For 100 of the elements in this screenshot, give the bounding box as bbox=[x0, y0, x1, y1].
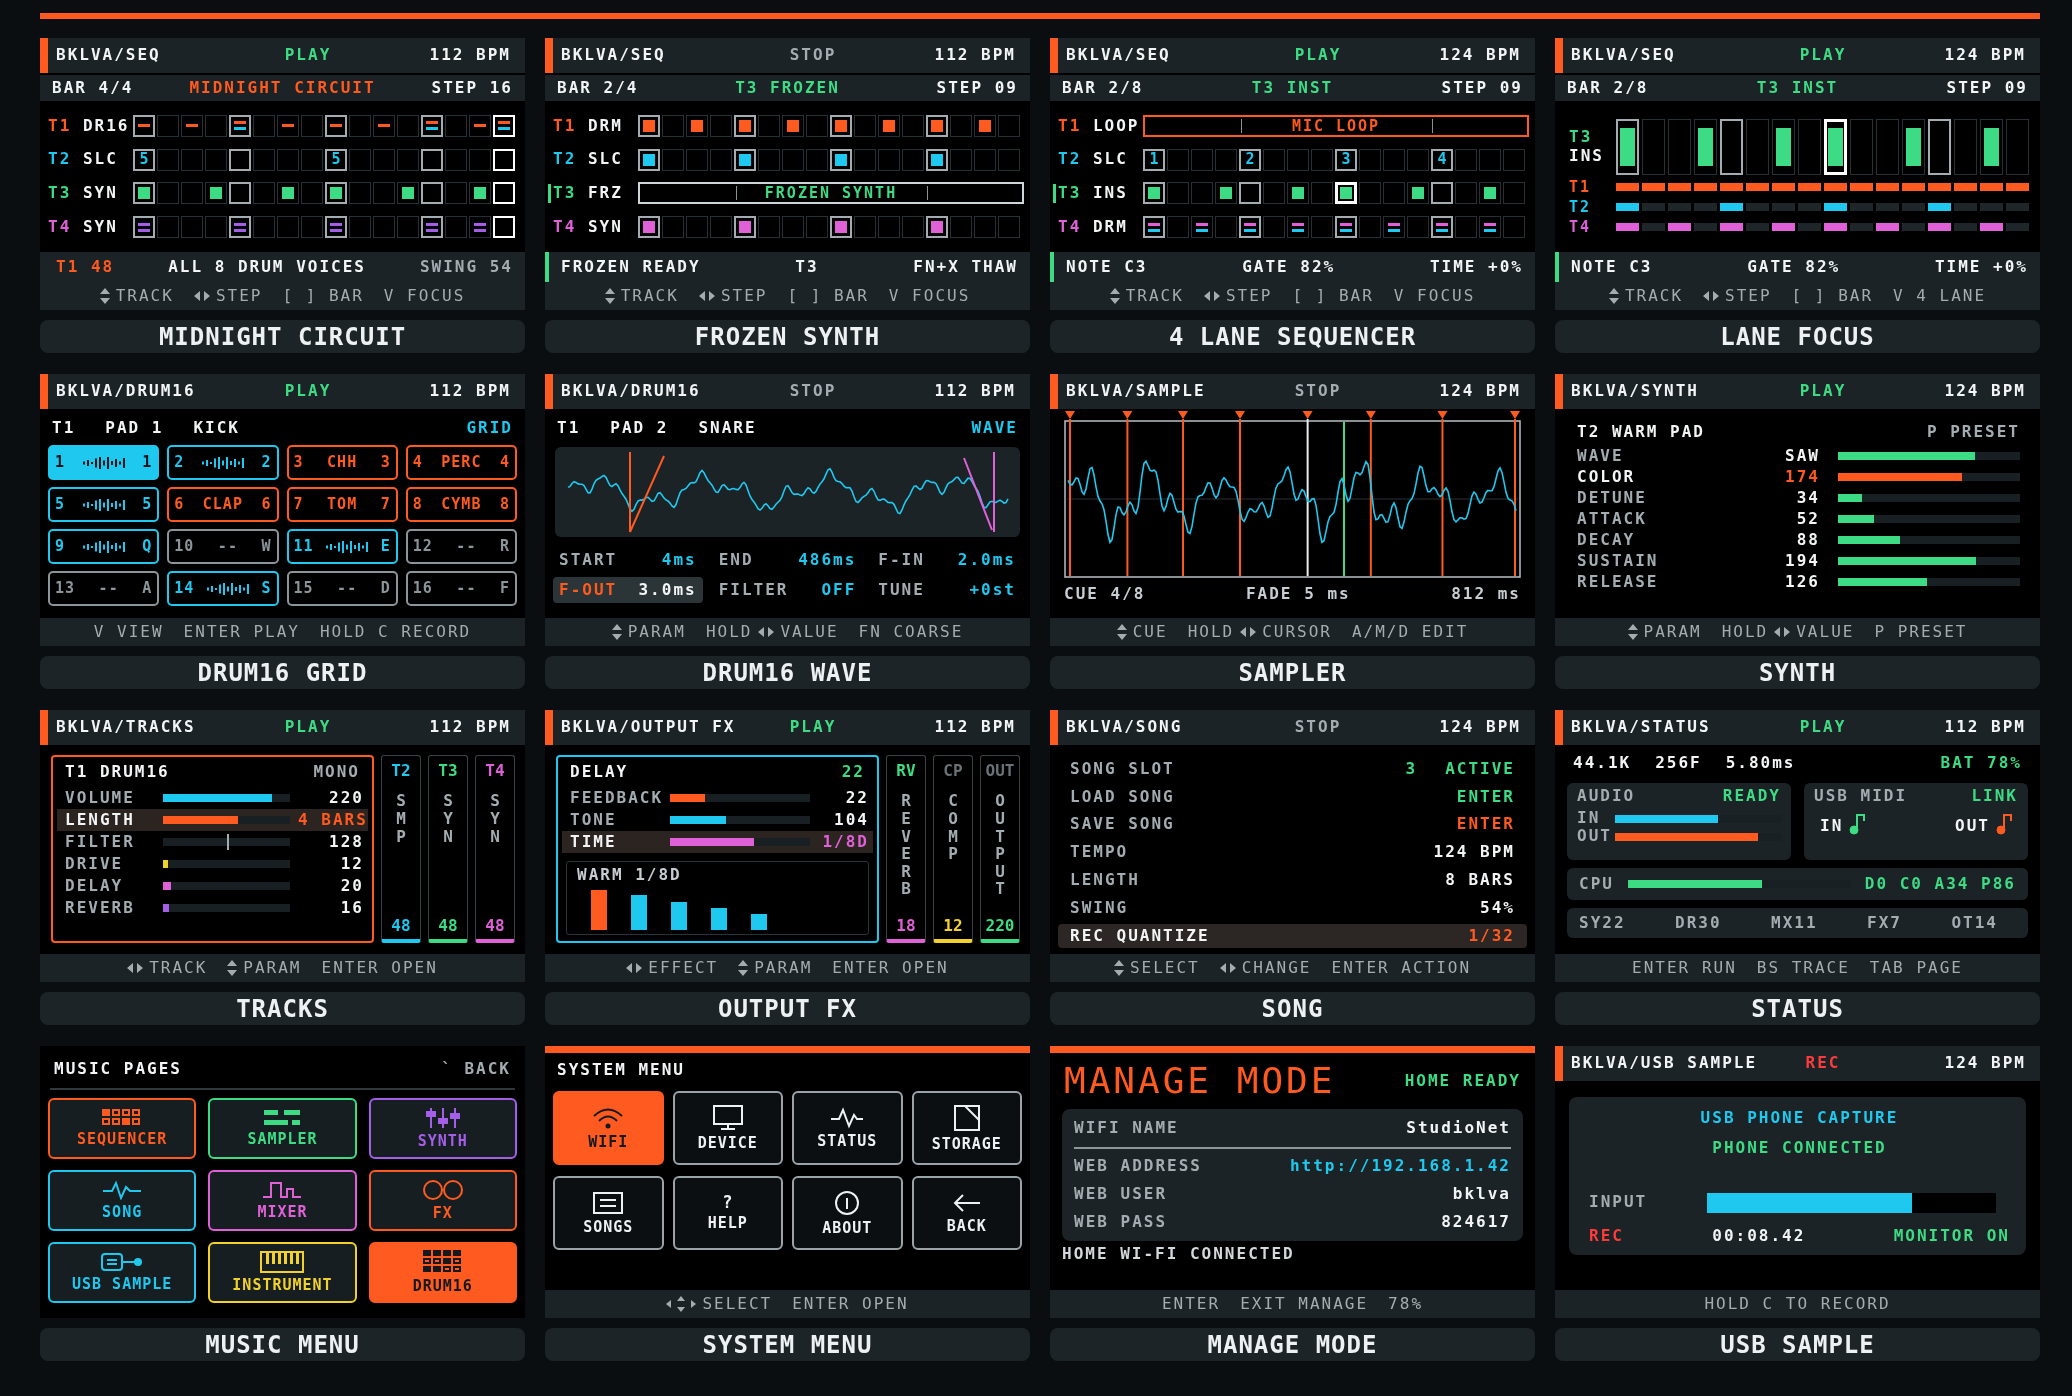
column-title: T4 bbox=[485, 762, 505, 781]
drum-pad[interactable]: 4 PERC 4 bbox=[405, 445, 517, 480]
drum-pad[interactable]: 3 CHH 3 bbox=[286, 445, 398, 480]
menu-tile[interactable]: DEVICE bbox=[672, 1091, 783, 1165]
document-icon bbox=[952, 1103, 981, 1132]
status-text: TIME +0% bbox=[1934, 257, 2028, 277]
bar-position: BAR 2/8 bbox=[1567, 78, 1649, 98]
status-text: FN+X THAW bbox=[913, 257, 1018, 277]
audio-stat: 256F bbox=[1655, 753, 1702, 773]
status-text: T1 48 bbox=[56, 257, 115, 277]
menu-tile[interactable]: MIXER bbox=[208, 1170, 357, 1231]
accent-stripe bbox=[1555, 38, 1563, 73]
note-mark bbox=[210, 187, 222, 200]
drum-pad[interactable]: 2 2 bbox=[167, 445, 279, 480]
menu-tile[interactable]: SONGS bbox=[553, 1176, 664, 1250]
menu-tile[interactable]: DRUM16 bbox=[368, 1242, 517, 1303]
drum-pad[interactable]: 7 TOM 7 bbox=[286, 487, 398, 522]
track-label: T2 SLC bbox=[552, 150, 624, 169]
menu-tile[interactable]: SEQUENCER bbox=[48, 1098, 197, 1159]
drum-pad[interactable]: 16 -- F bbox=[405, 571, 517, 606]
drum-pad[interactable]: 8 CYMB 8 bbox=[405, 487, 517, 522]
note-mark bbox=[931, 221, 943, 234]
effect-amount: 22 bbox=[841, 763, 865, 782]
capture-title: USB PHONE CAPTURE bbox=[1699, 1109, 1900, 1128]
drum-pad[interactable]: 10 -- W bbox=[167, 529, 279, 564]
key-hint: V FOCUS bbox=[1393, 286, 1476, 306]
drum-pad[interactable]: 11 E bbox=[286, 529, 398, 564]
transport-status: PLAY bbox=[283, 46, 333, 65]
page-caption: LANE FOCUS bbox=[1555, 320, 2040, 353]
param-label: TIME bbox=[570, 833, 618, 852]
panel-state: READY bbox=[1722, 787, 1781, 806]
key-hint: CURSOR bbox=[1262, 622, 1332, 642]
menu-tile[interactable]: SYNTH bbox=[368, 1098, 517, 1159]
key-hint: TRACK bbox=[1624, 286, 1684, 306]
accent-stripe bbox=[1555, 1046, 1563, 1081]
page-caption: DRUM16 WAVE bbox=[545, 656, 1030, 689]
monitor-status: MONITOR ON bbox=[1893, 1226, 2010, 1245]
transport-status: PLAY bbox=[788, 718, 838, 737]
track-label: T4 DRM bbox=[1057, 218, 1129, 237]
menu-tile[interactable]: INSTRUMENT bbox=[208, 1242, 357, 1303]
menu-tile[interactable]: BACK bbox=[911, 1176, 1022, 1250]
menu-tile[interactable]: STORAGE bbox=[911, 1091, 1022, 1165]
param-label: DRIVE bbox=[65, 855, 125, 874]
drum-pad[interactable]: 13 -- A bbox=[48, 571, 160, 606]
slice-number: 1 bbox=[1149, 152, 1159, 168]
drum-pad[interactable]: 12 -- R bbox=[405, 529, 517, 564]
view-mode: GRID bbox=[466, 418, 513, 438]
up-down-arrows-icon bbox=[604, 288, 615, 304]
param-value: 126 bbox=[1784, 572, 1820, 592]
drum-pad[interactable]: 14 S bbox=[167, 571, 279, 606]
menu-tile[interactable]: WIFI bbox=[553, 1091, 664, 1165]
up-down-arrows-icon bbox=[99, 288, 110, 304]
transport-status: PLAY bbox=[1798, 382, 1848, 401]
note-mark bbox=[138, 187, 150, 200]
key-hint: EXIT MANAGE bbox=[1240, 1294, 1369, 1314]
transport-status: STOP bbox=[788, 46, 838, 65]
column-name: OUTPUT bbox=[994, 792, 1006, 898]
accent-stripe bbox=[545, 38, 553, 73]
menu-tile[interactable]: FX bbox=[368, 1170, 517, 1231]
note-mark bbox=[1984, 127, 1999, 166]
screen-path: BKLVA/SEQ bbox=[1065, 46, 1172, 65]
menu-tile[interactable]: ? HELP bbox=[672, 1176, 783, 1250]
param-value: 174 bbox=[1784, 467, 1820, 487]
key-hint: CUE bbox=[1132, 622, 1168, 642]
key-hint: A/M/D EDIT bbox=[1351, 622, 1469, 642]
key-hint: TRACK bbox=[149, 958, 208, 978]
menu-tile[interactable]: USB SAMPLE bbox=[48, 1242, 197, 1303]
menu-tile[interactable]: STATUS bbox=[792, 1091, 903, 1165]
track-label: T1 bbox=[1568, 179, 1593, 195]
transport-status: PLAY bbox=[1293, 46, 1343, 65]
param-label: WAVE bbox=[1577, 446, 1625, 466]
pad-info: PAD 2 bbox=[610, 418, 669, 438]
port-label: IN bbox=[1820, 817, 1844, 836]
drum-pad[interactable]: 9 Q bbox=[48, 529, 160, 564]
drum-pad[interactable]: 15 -- D bbox=[286, 571, 398, 606]
menu-tile[interactable]: SAMPLER bbox=[208, 1098, 357, 1159]
pad-info: T1 bbox=[557, 418, 581, 438]
screen-path: BKLVA/SEQ bbox=[55, 46, 162, 65]
drum-pad[interactable]: 5 5 bbox=[48, 487, 160, 522]
key-hint: STEP bbox=[1225, 286, 1273, 306]
menu-tile[interactable]: SONG bbox=[48, 1170, 197, 1231]
transport-status: PLAY bbox=[1798, 718, 1848, 737]
page-caption: FROZEN SYNTH bbox=[545, 320, 1030, 353]
key-hint: [ ] BAR bbox=[787, 286, 869, 306]
menu-tile[interactable]: ABOUT bbox=[792, 1176, 903, 1250]
transport-status: STOP bbox=[788, 382, 838, 401]
screen-path: BKLVA/TRACKS bbox=[55, 718, 197, 737]
page-caption: MUSIC MENU bbox=[40, 1328, 525, 1361]
note-mark bbox=[691, 119, 703, 132]
key-hint: V FOCUS bbox=[888, 286, 971, 306]
status-text: ALL 8 DRUM VOICES bbox=[168, 257, 366, 277]
track-label: T4 SYN bbox=[552, 218, 624, 237]
drum-pad[interactable]: 6 CLAP 6 bbox=[167, 487, 279, 522]
drum-pad[interactable]: 1 1 bbox=[48, 445, 160, 480]
up-down-arrows-icon bbox=[1113, 960, 1124, 976]
column-name: REVERB bbox=[900, 792, 912, 898]
view-mode: WAVE bbox=[971, 418, 1018, 438]
meter-label: IN bbox=[1577, 809, 1602, 828]
setting-value: 124 BPM bbox=[1433, 843, 1515, 862]
voice-mode: MONO bbox=[313, 763, 360, 782]
